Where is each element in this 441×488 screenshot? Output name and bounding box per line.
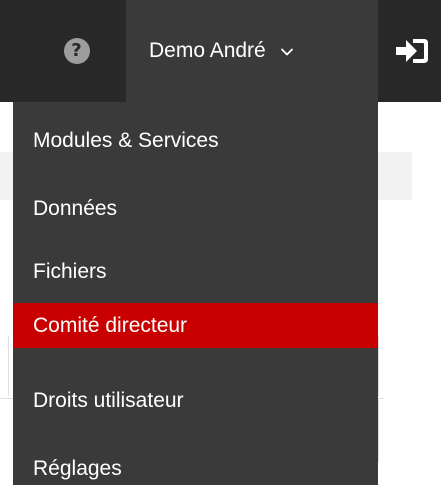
background-border	[378, 336, 379, 396]
background-border	[378, 398, 379, 462]
menu-item-droits-utilisateur[interactable]: Droits utilisateur	[13, 381, 378, 420]
menu-item-comite-directeur[interactable]: Comité directeur	[13, 303, 378, 348]
user-menu-toggle[interactable]: Demo André	[126, 0, 378, 102]
logout-button[interactable]	[378, 0, 441, 102]
help-button[interactable]: ?	[5, 0, 126, 102]
top-navbar: ? Demo André	[0, 0, 441, 102]
menu-item-modules-services[interactable]: Modules & Services	[13, 121, 378, 160]
chevron-down-icon	[280, 48, 293, 56]
question-circle-icon: ?	[63, 38, 90, 64]
background-border	[8, 336, 9, 396]
user-name: Demo André	[149, 39, 266, 62]
sign-out-icon	[395, 39, 428, 63]
menu-item-reglages[interactable]: Réglages	[13, 449, 378, 488]
menu-item-donnees[interactable]: Données	[13, 189, 378, 228]
menu-item-fichiers[interactable]: Fichiers	[13, 252, 378, 291]
user-dropdown-menu: Modules & Services Données Fichiers Comi…	[13, 102, 378, 485]
